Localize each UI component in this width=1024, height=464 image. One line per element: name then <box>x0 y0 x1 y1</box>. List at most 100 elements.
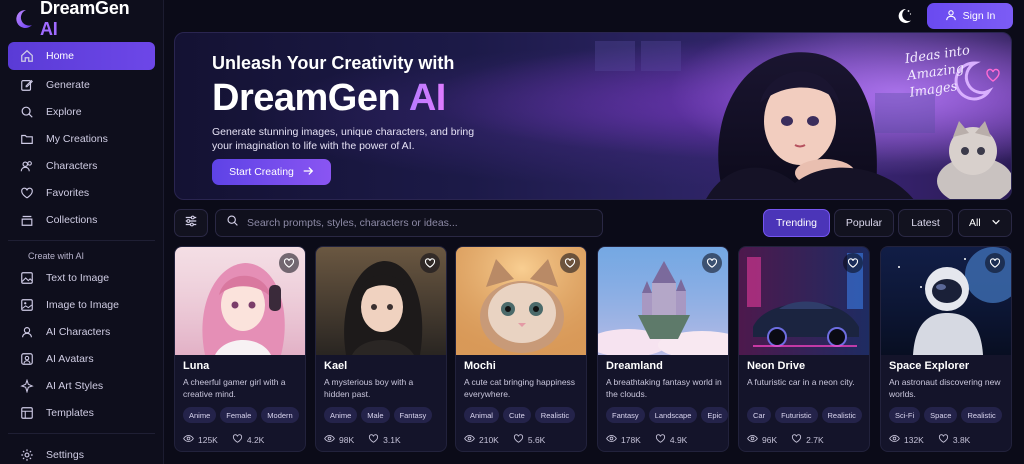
tag-chip[interactable]: Modern <box>261 407 299 423</box>
creation-card[interactable]: Neon Drive A futuristic car in a neon ci… <box>738 246 870 452</box>
nav-item-my-creations[interactable]: My Creations <box>8 126 155 151</box>
text-image-icon <box>20 271 34 285</box>
card-stats: 96K 2.7K <box>747 433 824 446</box>
views-count: 178K <box>621 434 641 445</box>
cta-label: Start Creating <box>229 166 294 178</box>
nav-item-generate[interactable]: Generate <box>8 72 155 97</box>
heart-icon <box>791 433 802 446</box>
views-stat: 96K <box>747 433 777 446</box>
character-icon <box>20 325 34 339</box>
nav-item-settings[interactable]: Settings <box>8 442 155 464</box>
tag-chip[interactable]: Realistic <box>821 407 862 423</box>
avatar-icon <box>20 352 34 366</box>
template-icon <box>20 406 34 420</box>
tag-chip[interactable]: Female <box>220 407 258 423</box>
main-nav: Home Generate Explore My Creations Chara… <box>0 38 163 464</box>
nav-label: Explore <box>46 105 82 118</box>
nav-item-ai-art-styles[interactable]: AI Art Styles <box>8 373 155 398</box>
views-count: 96K <box>762 434 778 445</box>
nav-item-ai-avatars[interactable]: AI Avatars <box>8 346 155 371</box>
tab-latest[interactable]: Latest <box>898 209 953 237</box>
favorite-heart-icon[interactable] <box>702 253 722 273</box>
tag-chip[interactable]: Cute <box>502 407 531 423</box>
favorite-heart-icon[interactable] <box>843 253 863 273</box>
card-title: Neon Drive <box>747 360 806 372</box>
favorite-heart-icon[interactable] <box>985 253 1005 273</box>
nav-item-collections[interactable]: Collections <box>8 207 155 232</box>
tag-list: Car Futuristic Realistic <box>747 407 862 423</box>
card-description: A futuristic car in a neon city. <box>747 377 855 387</box>
tag-chip[interactable]: Epic <box>701 407 728 423</box>
tag-chip[interactable]: Space <box>924 407 958 423</box>
tab-popular[interactable]: Popular <box>834 209 894 237</box>
nav-label: Home <box>46 50 75 62</box>
nav-item-text-to-image[interactable]: Text to Image <box>8 265 155 290</box>
views-count: 132K <box>904 434 924 445</box>
likes-count: 3.8K <box>952 434 971 445</box>
nav-item-explore[interactable]: Explore <box>8 99 155 124</box>
heart-icon <box>513 433 524 446</box>
card-stats: 210K 5.6K <box>464 433 545 446</box>
favorite-heart-icon[interactable] <box>420 253 440 273</box>
likes-stat: 3.8K <box>938 433 971 446</box>
creation-card[interactable]: Kael A mysterious boy with a hidden past… <box>315 246 447 452</box>
card-stats: 125K 4.2K <box>183 433 264 446</box>
start-creating-button[interactable]: Start Creating <box>212 159 331 185</box>
creation-card[interactable]: Mochi A cute cat bringing happiness ever… <box>455 246 587 452</box>
tag-chip[interactable]: Sci-Fi <box>889 407 921 423</box>
nav-item-home[interactable]: Home <box>8 42 155 70</box>
nav-item-favorites[interactable]: Favorites <box>8 180 155 205</box>
tag-chip[interactable]: Realistic <box>961 407 1002 423</box>
tag-chip[interactable]: Male <box>361 407 390 423</box>
views-stat: 125K <box>183 433 218 446</box>
nav-item-image-to-image[interactable]: Image to Image <box>8 292 155 317</box>
nav-item-ai-characters[interactable]: AI Characters <box>8 319 155 344</box>
favorite-heart-icon[interactable] <box>279 253 299 273</box>
creation-card[interactable]: Space Explorer An astronaut discovering … <box>880 246 1012 452</box>
brand-logo[interactable]: DreamGen AI <box>0 0 163 39</box>
theme-toggle-moon-icon[interactable] <box>894 6 914 26</box>
heart-icon <box>232 433 243 446</box>
nav-label: Text to Image <box>46 271 110 284</box>
sliders-icon <box>184 214 198 233</box>
tab-trending[interactable]: Trending <box>763 209 830 237</box>
heart-icon <box>20 186 34 200</box>
tag-chip[interactable]: Landscape <box>648 407 698 423</box>
nav-label: Templates <box>46 406 94 419</box>
eye-icon <box>324 433 335 446</box>
hero-subtitle: Unleash Your Creativity with <box>212 53 455 73</box>
search-input[interactable] <box>247 217 602 229</box>
creation-card[interactable]: Luna A cheerful gamer girl with a creati… <box>174 246 306 452</box>
views-stat: 132K <box>889 433 924 446</box>
home-icon <box>20 49 34 63</box>
edit-icon <box>20 78 34 92</box>
tag-chip[interactable]: Fantasy <box>393 407 433 423</box>
search-icon <box>226 214 239 232</box>
gear-icon <box>20 448 34 462</box>
views-stat: 98K <box>324 433 354 446</box>
hero-banner: Unleash Your Creativity with DreamGen AI… <box>174 32 1012 200</box>
users-icon <box>20 159 34 173</box>
tag-chip[interactable]: Anime <box>183 407 217 423</box>
filter-button[interactable] <box>174 209 208 237</box>
nav-item-templates[interactable]: Templates <box>8 400 155 425</box>
nav-item-characters[interactable]: Characters <box>8 153 155 178</box>
tag-chip[interactable]: Animal <box>464 407 499 423</box>
tag-chip[interactable]: Realistic <box>534 407 576 423</box>
tag-chip[interactable]: Anime <box>324 407 358 423</box>
category-select[interactable]: All <box>958 209 1012 237</box>
favorite-heart-icon[interactable] <box>560 253 580 273</box>
chevron-down-icon <box>991 217 1001 230</box>
tag-chip[interactable]: Car <box>747 407 772 423</box>
select-value: All <box>969 217 981 229</box>
card-title: Dreamland <box>606 360 663 372</box>
tag-chip[interactable]: Futuristic <box>775 407 818 423</box>
eye-icon <box>606 433 617 446</box>
likes-count: 5.6K <box>527 434 546 445</box>
tag-list: Anime Male Fantasy <box>324 407 433 423</box>
sidebar: DreamGen AI Home Generate Explore My Cre… <box>0 0 164 464</box>
sign-in-button[interactable]: Sign In <box>927 3 1013 29</box>
folder-icon <box>20 132 34 146</box>
tag-chip[interactable]: Fantasy <box>606 407 645 423</box>
creation-card[interactable]: Dreamland A breathtaking fantasy world i… <box>597 246 729 452</box>
